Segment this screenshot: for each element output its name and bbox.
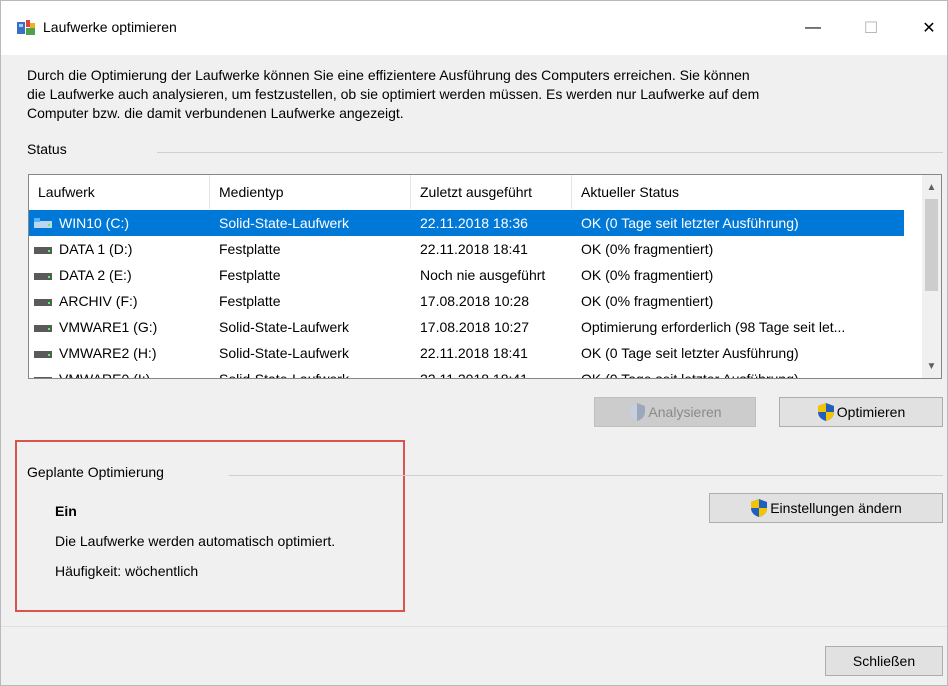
drive-list[interactable]: Laufwerk Medientyp Zuletzt ausgeführt Ak… xyxy=(28,174,942,379)
cell-media: Solid-State-Laufwerk xyxy=(219,215,349,231)
cell-last-run: 17.08.2018 10:27 xyxy=(420,319,529,335)
table-row[interactable]: ARCHIV (F:) Festplatte 17.08.2018 10:28 OK … xyxy=(29,288,904,314)
description-line: Durch die Optimierung der Laufwerke könn… xyxy=(27,67,750,83)
uac-shield-icon xyxy=(817,403,834,421)
cell-last-run: 22.11.2018 18:41 xyxy=(420,371,528,379)
scroll-down-arrow-icon[interactable]: ▼ xyxy=(922,357,941,375)
uac-shield-icon xyxy=(751,499,768,517)
schedule-divider xyxy=(229,475,943,476)
defrag-app-icon xyxy=(17,20,35,35)
column-header-last-run[interactable]: Zuletzt ausgeführt xyxy=(411,175,572,209)
schedule-state: Ein xyxy=(55,503,77,519)
cell-state: OK (0% fragmentiert) xyxy=(581,293,714,309)
cell-media: Solid-State-Laufwerk xyxy=(219,345,349,361)
schedule-info: Die Laufwerke werden automatisch optimie… xyxy=(55,533,336,549)
hard-drive-icon xyxy=(34,247,52,254)
cell-drive: VMWARE2 (H:) xyxy=(59,345,157,361)
schedule-section-label: Geplante Optimierung xyxy=(27,464,164,480)
scroll-up-arrow-icon[interactable]: ▲ xyxy=(922,178,941,196)
vertical-scrollbar[interactable]: ▲ ▼ xyxy=(922,175,941,378)
hard-drive-icon xyxy=(34,299,52,306)
close-button[interactable]: Schließen xyxy=(825,646,943,676)
cell-drive: ARCHIV (F:) xyxy=(59,293,138,309)
hard-drive-icon xyxy=(34,325,52,332)
windows-drive-icon xyxy=(34,218,52,228)
hard-drive-icon xyxy=(34,377,52,378)
cell-last-run: 22.11.2018 18:41 xyxy=(420,345,528,361)
uac-shield-icon xyxy=(629,403,646,421)
cell-drive: WIN10 (C:) xyxy=(59,215,129,231)
close-label: Schließen xyxy=(852,653,916,669)
cell-state: OK (0% fragmentiert) xyxy=(581,241,714,257)
table-row[interactable]: VMWARE0 (I:) Solid-State-Laufwerk 22.11.20… xyxy=(29,366,904,379)
cell-state: OK (0 Tage seit letzter Ausführung) xyxy=(581,215,799,231)
maximize-button[interactable]: ☐ xyxy=(851,11,891,45)
title-bar[interactable]: Laufwerke optimieren — ☐ ✕ xyxy=(1,1,947,55)
cell-media: Festplatte xyxy=(219,241,281,257)
window-title: Laufwerke optimieren xyxy=(43,19,177,35)
hard-drive-icon xyxy=(34,351,52,358)
status-divider xyxy=(157,152,943,153)
table-row[interactable]: VMWARE2 (H:) Solid-State-Laufwerk 22.11.20… xyxy=(29,340,904,366)
column-header-drive[interactable]: Laufwerk xyxy=(29,175,210,209)
cell-media: Festplatte xyxy=(219,293,281,309)
description-text: Durch die Optimierung der Laufwerke könn… xyxy=(27,66,907,123)
analyze-label: Analysieren xyxy=(648,404,722,420)
description-line: die Laufwerke auch analysieren, um festz… xyxy=(27,86,760,102)
optimize-button[interactable]: Optimieren xyxy=(779,397,943,427)
cell-last-run: 22.11.2018 18:41 xyxy=(420,241,528,257)
scroll-thumb[interactable] xyxy=(925,199,938,291)
change-settings-button[interactable]: Einstellungen ändern xyxy=(709,493,943,523)
close-window-button[interactable]: ✕ xyxy=(909,11,948,45)
cell-last-run: Noch nie ausgeführt xyxy=(420,267,546,283)
schedule-frequency: Häufigkeit: wöchentlich xyxy=(55,563,199,579)
cell-media: Festplatte xyxy=(219,267,281,283)
cell-drive: DATA 2 (E:) xyxy=(59,267,132,283)
cell-state: OK (0 Tage seit letzter Ausführung) xyxy=(581,371,799,379)
cell-drive: DATA 1 (D:) xyxy=(59,241,133,257)
table-row[interactable]: WIN10 (C:) Solid-State-Laufwerk 22.11.2018… xyxy=(29,210,904,236)
table-row[interactable]: DATA 1 (D:) Festplatte 22.11.2018 18:41 OK … xyxy=(29,236,904,262)
change-settings-label: Einstellungen ändern xyxy=(770,500,902,516)
column-header-media-type[interactable]: Medientyp xyxy=(210,175,411,209)
cell-state: Optimierung erforderlich (98 Tage seit l… xyxy=(581,319,846,335)
cell-drive: VMWARE1 (G:) xyxy=(59,319,158,335)
column-header-current-status[interactable]: Aktueller Status xyxy=(572,175,922,209)
optimize-label: Optimieren xyxy=(836,404,906,420)
table-row[interactable]: VMWARE1 (G:) Solid-State-Laufwerk 17.08.20… xyxy=(29,314,904,340)
status-section-label: Status xyxy=(27,141,67,157)
cell-last-run: 17.08.2018 10:28 xyxy=(420,293,529,309)
analyze-button[interactable]: Analysieren xyxy=(594,397,756,427)
minimize-button[interactable]: — xyxy=(793,11,833,45)
table-row[interactable]: DATA 2 (E:) Festplatte Noch nie ausgeführt… xyxy=(29,262,904,288)
cell-state: OK (0% fragmentiert) xyxy=(581,267,714,283)
drive-list-header: Laufwerk Medientyp Zuletzt ausgeführt Ak… xyxy=(29,175,922,209)
description-line: Computer bzw. die damit verbundenen Lauf… xyxy=(27,105,404,121)
cell-media: Solid-State-Laufwerk xyxy=(219,319,349,335)
cell-last-run: 22.11.2018 18:36 xyxy=(420,215,528,231)
hard-drive-icon xyxy=(34,273,52,280)
cell-state: OK (0 Tage seit letzter Ausführung) xyxy=(581,345,799,361)
cell-media: Solid-State-Laufwerk xyxy=(219,371,349,379)
cell-drive: VMWARE0 (I:) xyxy=(59,371,151,379)
optimize-drives-window: Laufwerke optimieren — ☐ ✕ Durch die Opt… xyxy=(0,0,948,686)
footer-bar: Schließen xyxy=(1,626,947,685)
